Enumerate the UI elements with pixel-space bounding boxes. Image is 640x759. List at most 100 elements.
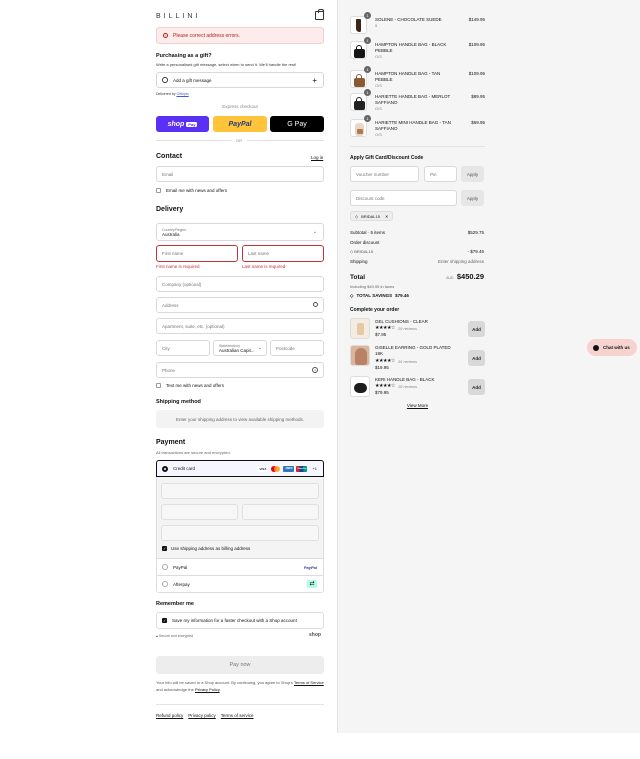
text-news-option[interactable]: Text me with news and offers xyxy=(156,383,224,388)
city-field[interactable]: City xyxy=(156,340,210,356)
shipping-method-message: Enter your shipping address to view avai… xyxy=(156,410,324,428)
chat-with-us-button[interactable]: Chat with us xyxy=(587,339,637,356)
chevron-down-icon: ⌄ xyxy=(312,229,317,235)
postcode-field[interactable]: Postcode xyxy=(270,340,324,356)
legal-text: Your info will be saved to a Shop accoun… xyxy=(156,679,324,693)
item-variant: 5 xyxy=(375,23,378,28)
view-more-link[interactable]: View More xyxy=(350,403,485,408)
shop-terms-link[interactable]: Terms of Service xyxy=(294,680,324,685)
shop-privacy-link[interactable]: Privacy Policy xyxy=(195,687,220,692)
name-on-card-field[interactable] xyxy=(161,525,319,541)
upsell-rating: ★★★★☆ 29 reviews xyxy=(375,325,417,331)
checkout-page: BILLINI ! Please correct address errors.… xyxy=(0,0,640,759)
subtotal-value: $529.75 xyxy=(467,230,484,235)
phone-field[interactable]: Phone ? xyxy=(156,362,324,378)
total-value: $450.29 xyxy=(456,272,484,281)
product-thumbnail xyxy=(350,119,367,137)
discount-tag-label: BRIDAL15 xyxy=(361,213,380,219)
add-upsell-button[interactable]: Add xyxy=(468,350,485,366)
company-field[interactable]: Company (optional) xyxy=(156,276,324,292)
email-news-checkbox[interactable] xyxy=(156,188,161,193)
item-variant: O/S xyxy=(375,54,382,59)
terms-of-service-link[interactable]: Terms of service xyxy=(221,713,254,718)
address-field[interactable]: Address xyxy=(156,297,324,313)
state-select[interactable]: State/territory Australian Capit... ⌄ xyxy=(213,340,267,356)
unionpay-icon: UnionPay xyxy=(296,465,308,472)
address-placeholder: Address xyxy=(162,302,179,308)
item-name: HARIETTE HANDLE BAG - MERLOT SAFFIANO xyxy=(375,94,451,105)
order-discount-label: Order discount xyxy=(350,240,380,245)
country-value: Australia xyxy=(162,231,180,237)
help-icon[interactable]: ? xyxy=(312,367,318,373)
add-upsell-button[interactable]: Add xyxy=(468,379,485,395)
login-link[interactable]: Log in xyxy=(311,155,323,160)
shipping-value: Enter shipping address xyxy=(437,259,484,264)
cart-item: 1 HAMPTON HANDLE BAG - BLACK PEBBLE O/S $… xyxy=(350,37,485,63)
footer-links: Refund policy Privacy policy Terms of se… xyxy=(156,713,254,718)
quantity-badge: 1 xyxy=(364,66,371,73)
upsell-item-name: KERI HANDLE BAG - BLACK xyxy=(375,377,435,382)
total-savings-value: $79.46 xyxy=(395,293,409,298)
chat-label: Chat with us xyxy=(603,345,630,350)
remove-discount-icon[interactable]: ✕ xyxy=(385,214,388,219)
apartment-field[interactable]: Apartment, suite, etc. (optional) xyxy=(156,318,324,334)
apply-voucher-button[interactable]: Apply xyxy=(461,166,484,182)
item-variant: O/S xyxy=(375,83,382,88)
upsell-reviews[interactable]: 36 reviews xyxy=(398,359,417,364)
billing-address-option[interactable]: ✓ Use shipping address as billing addres… xyxy=(162,546,250,551)
save-info-option[interactable]: ✓ Save my information for a faster check… xyxy=(156,612,324,629)
gift-delivered-by: Delivered by Giftoptn xyxy=(156,92,189,96)
paypal-button[interactable]: PayPal xyxy=(213,116,267,132)
google-pay-button[interactable]: G Pay xyxy=(270,116,324,132)
upsell-price: $79.95 xyxy=(375,390,389,395)
billing-address-label: Use shipping address as billing address xyxy=(171,546,251,551)
error-banner-text: Please correct address errors. xyxy=(173,32,240,39)
upsell-item-name: GEL CUSHIONS - CLEAR xyxy=(375,319,428,324)
footer-divider xyxy=(156,704,324,705)
paypal-option[interactable]: PayPal PayPal xyxy=(156,559,324,576)
add-upsell-button[interactable]: Add xyxy=(468,321,485,337)
discount-code-field[interactable]: Discount code xyxy=(350,190,457,206)
card-number-field[interactable] xyxy=(161,483,319,499)
credit-card-radio[interactable] xyxy=(162,465,168,472)
security-code-field[interactable] xyxy=(242,504,319,520)
pin-field[interactable]: Pin xyxy=(424,166,457,182)
expiry-field[interactable] xyxy=(161,504,238,520)
first-name-field[interactable]: First name xyxy=(156,245,238,262)
upsell-reviews[interactable]: 29 reviews xyxy=(398,326,417,331)
total-savings: ◇ TOTAL SAVINGS $79.46 xyxy=(350,293,409,299)
text-news-checkbox[interactable] xyxy=(156,383,161,388)
item-name: HARIETTE MINI HANDLE BAG - TAN SAFFIANO xyxy=(375,120,451,131)
secure-text: Secure and encrypted xyxy=(158,634,194,638)
cart-item: 1 HARIETTE HANDLE BAG - MERLOT SAFFIANO O… xyxy=(350,89,485,115)
star-rating-icon: ★★★★☆ xyxy=(375,325,395,331)
afterpay-option[interactable]: Afterpay ⇄ xyxy=(156,576,324,593)
voucher-number-field[interactable]: Voucher number xyxy=(350,166,419,182)
star-rating-icon: ★★★★☆ xyxy=(375,358,395,364)
save-info-checkbox[interactable]: ✓ xyxy=(162,618,167,623)
refund-policy-link[interactable]: Refund policy xyxy=(156,713,183,718)
product-thumbnail xyxy=(350,16,367,34)
email-news-option[interactable]: Email me with news and offers xyxy=(156,188,227,193)
brand-logo[interactable]: BILLINI xyxy=(156,13,200,20)
shopping-bag-icon[interactable] xyxy=(315,9,324,20)
item-name: HAMPTON HANDLE BAG - BLACK PEBBLE xyxy=(375,42,447,53)
afterpay-radio[interactable] xyxy=(162,581,168,587)
billing-address-checkbox[interactable]: ✓ xyxy=(162,546,167,551)
country-select[interactable]: Country/Region Australia ⌄ xyxy=(156,223,324,241)
pay-now-button[interactable]: Pay now xyxy=(156,656,324,674)
paypal-radio[interactable] xyxy=(162,564,168,570)
upsell-reviews[interactable]: 18 reviews xyxy=(398,384,417,389)
privacy-policy-link[interactable]: Privacy policy xyxy=(188,713,216,718)
gift-icon xyxy=(162,77,168,83)
add-gift-message-button[interactable]: Add a gift message + xyxy=(156,72,324,88)
shop-pay-button[interactable]: shop Pay xyxy=(156,116,209,132)
upsell-price: $19.95 xyxy=(375,365,389,370)
email-field[interactable]: Email xyxy=(156,166,324,182)
last-name-field[interactable]: Last name xyxy=(242,245,324,262)
apply-discount-button[interactable]: Apply xyxy=(461,190,484,206)
amex-icon: AMEX xyxy=(283,465,295,472)
giftoptn-link[interactable]: Giftoptn xyxy=(176,92,188,96)
credit-card-option[interactable]: Credit card VISA AMEX UnionPay +1 xyxy=(156,460,324,477)
state-value: Australian Capit... xyxy=(219,347,255,353)
